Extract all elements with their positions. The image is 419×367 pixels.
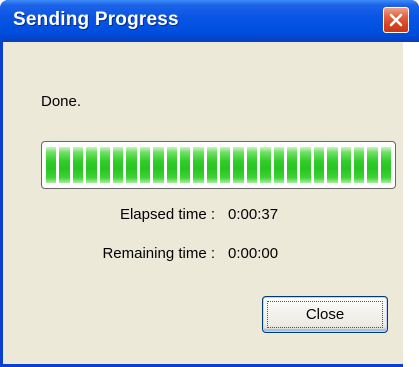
progress-segment bbox=[313, 147, 325, 183]
progress-segment bbox=[340, 147, 351, 183]
status-message: Done. bbox=[41, 93, 82, 110]
progress-segment bbox=[179, 147, 191, 183]
progress-segment bbox=[153, 147, 164, 183]
close-button[interactable]: Close bbox=[262, 296, 388, 333]
progress-segment bbox=[353, 147, 365, 183]
progress-segment bbox=[46, 147, 57, 183]
window-title: Sending Progress bbox=[13, 9, 179, 30]
progress-segment bbox=[166, 147, 177, 183]
progress-segment bbox=[246, 147, 258, 183]
progress-dialog: Sending Progress Done. Elapsed time : 0:… bbox=[0, 0, 419, 367]
progress-segment bbox=[112, 147, 124, 183]
progress-segment bbox=[380, 147, 392, 183]
progress-fill bbox=[46, 147, 392, 183]
progress-segment bbox=[287, 147, 298, 183]
progress-segment bbox=[206, 147, 218, 183]
progress-bar bbox=[41, 141, 396, 189]
remaining-time-label: Remaining time : bbox=[102, 245, 215, 262]
progress-segment bbox=[327, 147, 338, 183]
progress-segment bbox=[72, 147, 84, 183]
title-bar[interactable]: Sending Progress bbox=[0, 0, 419, 42]
close-window-button[interactable] bbox=[383, 7, 409, 33]
progress-segment bbox=[86, 147, 97, 183]
progress-segment bbox=[193, 147, 204, 183]
close-button-label: Close bbox=[267, 301, 383, 328]
remaining-time-value: 0:00:00 bbox=[228, 245, 279, 262]
progress-segment bbox=[126, 147, 137, 183]
progress-segment bbox=[233, 147, 244, 183]
progress-segment bbox=[99, 147, 110, 183]
dialog-body: Done. Elapsed time : 0:00:37 Remaining t… bbox=[3, 42, 403, 364]
progress-segment bbox=[367, 147, 378, 183]
elapsed-time-value: 0:00:37 bbox=[228, 206, 279, 223]
progress-segment bbox=[139, 147, 151, 183]
progress-segment bbox=[220, 147, 231, 183]
close-icon bbox=[389, 13, 403, 27]
elapsed-time-label: Elapsed time : bbox=[119, 206, 215, 223]
progress-segment bbox=[59, 147, 70, 183]
progress-segment bbox=[300, 147, 311, 183]
progress-segment bbox=[273, 147, 285, 183]
progress-segment bbox=[260, 147, 271, 183]
window-edge bbox=[403, 42, 419, 367]
